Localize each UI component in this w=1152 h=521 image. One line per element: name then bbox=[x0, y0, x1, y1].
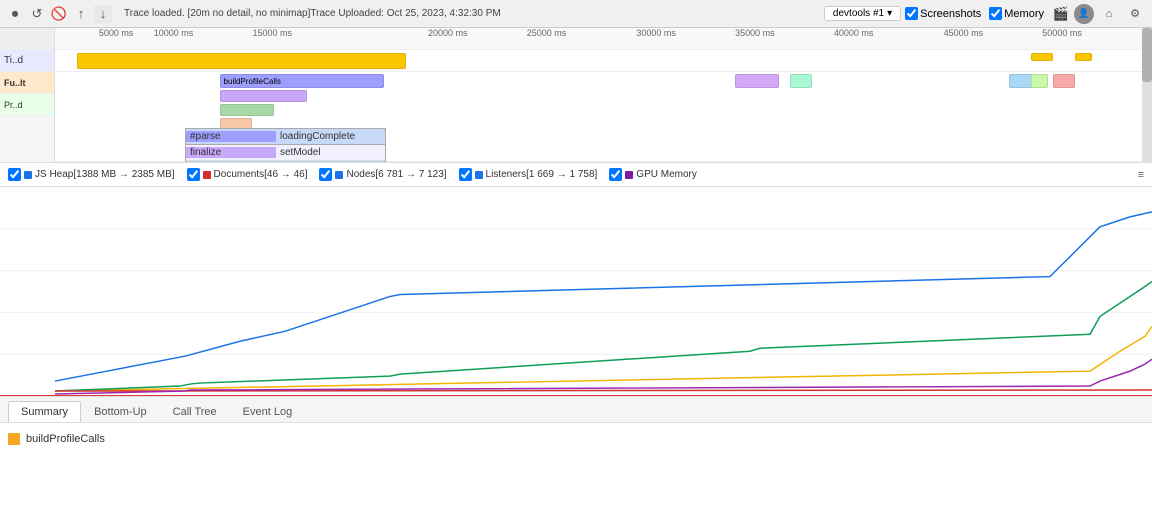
memory-checkbox[interactable]: Memory bbox=[989, 7, 1044, 20]
metric-listeners[interactable]: Listeners[1 669 → 1 758] bbox=[459, 168, 598, 181]
scrollbar-thumb[interactable] bbox=[1142, 28, 1152, 82]
track-labels: Ti..d Fu..lt Pr..d bbox=[0, 28, 55, 162]
metric-documents-label: Documents[46 → 46] bbox=[214, 169, 308, 180]
bottom-text: buildProfileCalls bbox=[26, 433, 105, 445]
gear-button[interactable]: ⚙ bbox=[1124, 3, 1146, 25]
chart-svg bbox=[0, 187, 1152, 396]
flame-popup: #parse loadingComplete finalize setModel… bbox=[185, 128, 386, 163]
metric-nodes-label: Nodes[6 781 → 7 123] bbox=[346, 169, 446, 180]
avatar[interactable]: 👤 bbox=[1074, 4, 1094, 24]
metric-documents[interactable]: Documents[46 → 46] bbox=[187, 168, 308, 181]
camera-icon[interactable]: 🎬 bbox=[1052, 5, 1070, 23]
tab-eventlog[interactable]: Event Log bbox=[230, 401, 306, 422]
metric-gpu[interactable]: GPU Memory bbox=[609, 168, 697, 181]
tab-summary[interactable]: Summary bbox=[8, 401, 81, 422]
chart-area bbox=[0, 187, 1152, 397]
trace-info: Trace loaded. [20m no detail, no minimap… bbox=[116, 8, 820, 19]
metrics-menu-button[interactable]: ≡ bbox=[1138, 169, 1144, 181]
record-button[interactable]: ⏺ bbox=[6, 5, 24, 23]
track-label-0[interactable]: Ti..d bbox=[0, 50, 54, 72]
track-label-2[interactable]: Pr..d bbox=[0, 94, 54, 116]
ruler-track-label bbox=[0, 28, 54, 50]
main-timeline: Ti..d Fu..lt Pr..d 5000 ms 10000 ms 1500… bbox=[0, 28, 1152, 163]
metric-jsheap-label: JS Heap[1388 MB → 2385 MB] bbox=[35, 169, 175, 180]
tab-selector[interactable]: devtools #1 ▾ bbox=[824, 6, 901, 21]
metric-listeners-label: Listeners[1 669 → 1 758] bbox=[486, 169, 598, 180]
tab-label: devtools #1 bbox=[833, 8, 884, 19]
tab-calltree[interactable]: Call Tree bbox=[160, 401, 230, 422]
metric-gpu-label: GPU Memory bbox=[636, 169, 697, 180]
checkbox-group: Screenshots Memory 🎬 bbox=[905, 5, 1070, 23]
download-button[interactable]: ↓ bbox=[94, 5, 112, 23]
metric-jsheap[interactable]: JS Heap[1388 MB → 2385 MB] bbox=[8, 168, 175, 181]
dropdown-icon: ▾ bbox=[887, 8, 892, 19]
track-label-1[interactable]: Fu..lt bbox=[0, 72, 54, 94]
clear-button[interactable]: 🚫 bbox=[50, 5, 68, 23]
metric-nodes[interactable]: Nodes[6 781 → 7 123] bbox=[319, 168, 446, 181]
upload-button[interactable]: ↑ bbox=[72, 5, 90, 23]
flame-row-0[interactable] bbox=[55, 50, 1152, 72]
tab-bottomup[interactable]: Bottom-Up bbox=[81, 401, 160, 422]
bottom-tabs: Summary Bottom-Up Call Tree Event Log bbox=[0, 397, 1152, 423]
screenshots-checkbox[interactable]: Screenshots bbox=[905, 7, 981, 20]
toolbar: ⏺ ↺ 🚫 ↑ ↓ Trace loaded. [20m no detail, … bbox=[0, 0, 1152, 28]
metrics-bar: JS Heap[1388 MB → 2385 MB] Documents[46 … bbox=[0, 163, 1152, 187]
timeline-scrollbar[interactable] bbox=[1142, 28, 1152, 162]
refresh-button[interactable]: ↺ bbox=[28, 5, 46, 23]
home-button[interactable]: ⌂ bbox=[1098, 3, 1120, 25]
bottom-content: buildProfileCalls bbox=[0, 423, 1152, 455]
bottom-indicator bbox=[8, 433, 20, 445]
